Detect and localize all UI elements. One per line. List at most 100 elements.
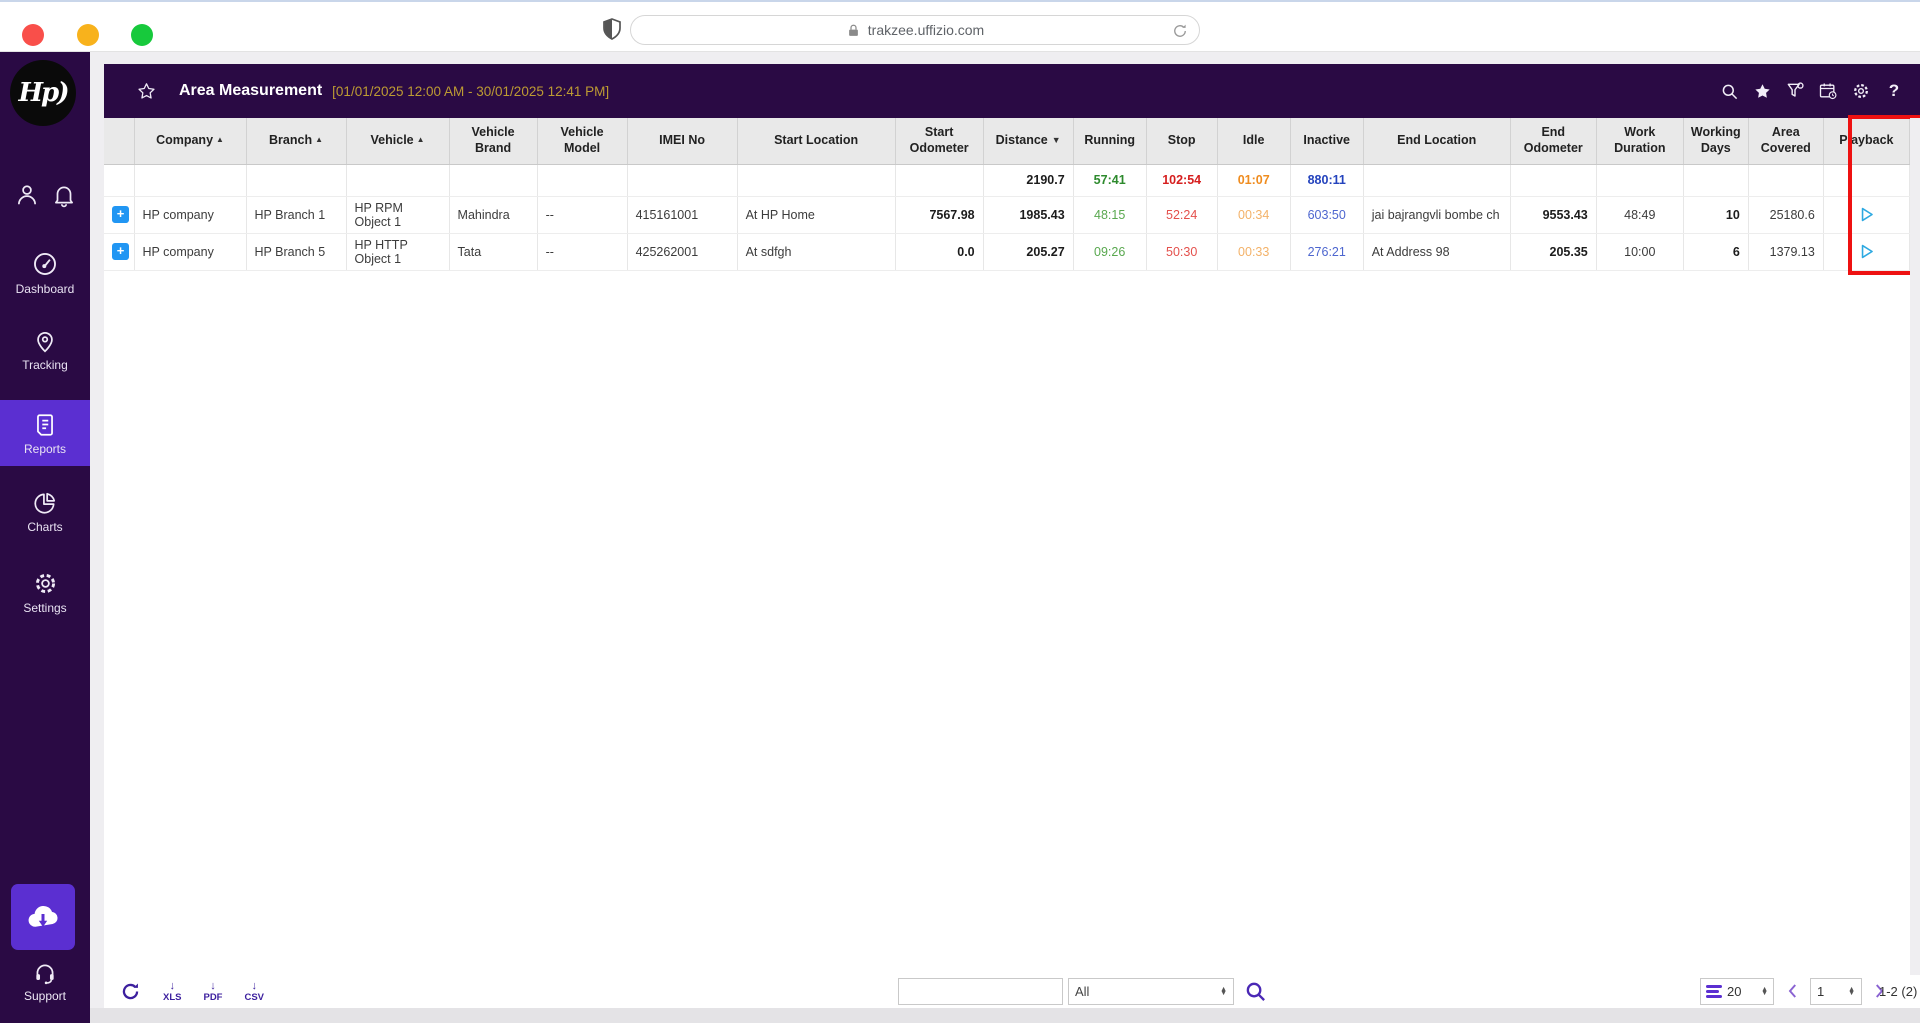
col-end-location[interactable]: End Location [1363, 118, 1511, 165]
col-working-days[interactable]: Working Days [1683, 118, 1749, 165]
col-inactive[interactable]: Inactive [1290, 118, 1364, 165]
col-distance[interactable]: Distance ▼ [983, 118, 1074, 165]
cell-playback [1823, 233, 1911, 271]
cell-idle: 00:33 [1217, 233, 1291, 271]
cell-playback [1823, 196, 1911, 234]
cell-inactive: 276:21 [1290, 233, 1364, 271]
col-idle[interactable]: Idle [1217, 118, 1291, 165]
select-stepper-icon: ▲ ▼ [1761, 985, 1768, 997]
cell-company: HP company [134, 233, 247, 271]
play-icon[interactable] [1857, 242, 1876, 261]
company-logo[interactable]: Hp) [10, 60, 76, 126]
cloud-download-button[interactable] [11, 884, 75, 950]
download-icon: ↓ [251, 979, 258, 992]
report-date-range[interactable]: [01/01/2025 12:00 AM - 30/01/2025 12:41 … [332, 84, 609, 99]
address-bar[interactable]: trakzee.uffizio.com [630, 15, 1200, 45]
zoom-window-button[interactable] [131, 24, 153, 46]
cell-end-odometer: 9553.43 [1510, 196, 1597, 234]
minimize-window-button[interactable] [77, 24, 99, 46]
cell-area-covered: 25180.6 [1748, 196, 1824, 234]
download-icon: ↓ [169, 979, 175, 992]
help-icon[interactable]: ? [1884, 81, 1904, 101]
cell-inactive: 603:50 [1290, 196, 1364, 234]
filter-funnel-icon[interactable] [1785, 81, 1805, 101]
col-expand [104, 118, 135, 165]
cell-distance: 1985.43 [983, 196, 1074, 234]
tracking-protection-shield-icon[interactable] [600, 17, 624, 41]
cell-end-odometer: 205.35 [1510, 233, 1597, 271]
table-header-row: Company ▲ Branch ▲ Vehicle ▲ Vehicle Brand … [104, 118, 1911, 165]
export-pdf-button[interactable]: ↓ PDF [203, 979, 222, 1003]
footer-toolbar: ↓ XLS ↓ PDF ↓ CSV All ▲ ▼ 20 ▲ ▼ 1 ▲ ▼ 1-2 … [104, 975, 1920, 1008]
pagination-range-label: 1-2 (2) [1879, 984, 1918, 999]
sort-asc-icon: ▲ [315, 134, 324, 144]
cell-start-odometer: 0.0 [895, 233, 984, 271]
close-window-button[interactable] [22, 24, 44, 46]
play-icon[interactable] [1857, 205, 1876, 224]
col-vehicle-model[interactable]: Vehicle Model [537, 118, 628, 165]
report-table-area: Company ▲ Branch ▲ Vehicle ▲ Vehicle Brand … [104, 115, 1920, 1008]
cell-work-duration: 10:00 [1596, 233, 1684, 271]
col-running[interactable]: Running [1073, 118, 1147, 165]
cell-stop: 50:30 [1146, 233, 1218, 271]
col-work-duration[interactable]: Work Duration [1596, 118, 1684, 165]
sort-asc-icon: ▲ [416, 134, 425, 144]
col-start-location[interactable]: Start Location [737, 118, 896, 165]
cell-vehicle: HP HTTP Object 1 [346, 233, 450, 271]
sidebar-item-dashboard[interactable]: Dashboard [0, 242, 90, 300]
expand-row-button[interactable]: + [112, 206, 129, 223]
reload-icon[interactable] [1171, 22, 1189, 40]
download-icon: ↓ [210, 979, 216, 992]
col-vehicle[interactable]: Vehicle ▲ [346, 118, 450, 165]
search-column-select[interactable]: All ▲ ▼ [1068, 978, 1234, 1005]
sidebar: Hp) Dashboard Tracking Reports Charts Se… [0, 52, 90, 1023]
search-submit-icon[interactable] [1244, 980, 1267, 1003]
col-start-odometer[interactable]: Start Odometer [895, 118, 984, 165]
area-measurement-table: Company ▲ Branch ▲ Vehicle ▲ Vehicle Brand … [104, 118, 1911, 271]
expand-row-button[interactable]: + [112, 243, 129, 260]
sidebar-item-settings[interactable]: Settings [0, 562, 90, 620]
col-vehicle-brand[interactable]: Vehicle Brand [449, 118, 538, 165]
refresh-icon[interactable] [120, 981, 141, 1002]
col-playback[interactable]: Playback [1823, 118, 1911, 165]
cell-branch: HP Branch 5 [246, 233, 347, 271]
users-icon[interactable] [14, 182, 40, 208]
col-end-odometer[interactable]: End Odometer [1510, 118, 1597, 165]
col-stop[interactable]: Stop [1146, 118, 1218, 165]
sidebar-item-support[interactable]: Support [0, 960, 90, 1003]
cell-area-covered: 1379.13 [1748, 233, 1824, 271]
col-area-covered[interactable]: Area Covered [1748, 118, 1824, 165]
bottom-strip [90, 1008, 1920, 1023]
cell-vehicle: HP RPM Object 1 [346, 196, 450, 234]
report-title-bar: Area Measurement [01/01/2025 12:00 AM - … [104, 64, 1920, 118]
schedule-calendar-icon[interactable] [1818, 81, 1838, 101]
select-stepper-icon: ▲ ▼ [1220, 985, 1227, 997]
sidebar-item-tracking[interactable]: Tracking [0, 320, 90, 378]
sidebar-item-charts[interactable]: Charts [0, 482, 90, 540]
page-title: Area Measurement [179, 82, 323, 99]
col-company[interactable]: Company ▲ [134, 118, 247, 165]
favorites-star-icon[interactable] [1752, 81, 1772, 101]
cell-vehicle-model: -- [537, 233, 628, 271]
cell-vehicle-model: -- [537, 196, 628, 234]
table-search-input[interactable] [898, 978, 1063, 1005]
search-icon[interactable] [1719, 81, 1739, 101]
cell-running: 48:15 [1073, 196, 1147, 234]
settings-gear-icon[interactable] [1851, 81, 1871, 101]
cell-work-duration: 48:49 [1596, 196, 1684, 234]
page-number-input[interactable]: 1 ▲ ▼ [1810, 978, 1862, 1005]
col-branch[interactable]: Branch ▲ [246, 118, 347, 165]
sidebar-item-reports[interactable]: Reports [0, 400, 90, 466]
summary-row: 2190.7 57:41 102:54 01:07 880:11 [104, 164, 1911, 197]
prev-page-icon[interactable] [1784, 982, 1802, 1000]
favorite-star-icon[interactable] [136, 81, 157, 102]
summary-running: 57:41 [1073, 164, 1147, 197]
page-size-select[interactable]: 20 ▲ ▼ [1700, 978, 1774, 1005]
notifications-bell-icon[interactable] [51, 182, 77, 208]
col-imei[interactable]: IMEI No [627, 118, 738, 165]
export-csv-button[interactable]: ↓ CSV [244, 979, 264, 1003]
rows-per-page-icon [1706, 985, 1722, 998]
cell-end-location: At Address 98 [1363, 233, 1511, 271]
pie-chart-icon [34, 492, 56, 514]
export-xls-button[interactable]: ↓ XLS [163, 979, 181, 1003]
